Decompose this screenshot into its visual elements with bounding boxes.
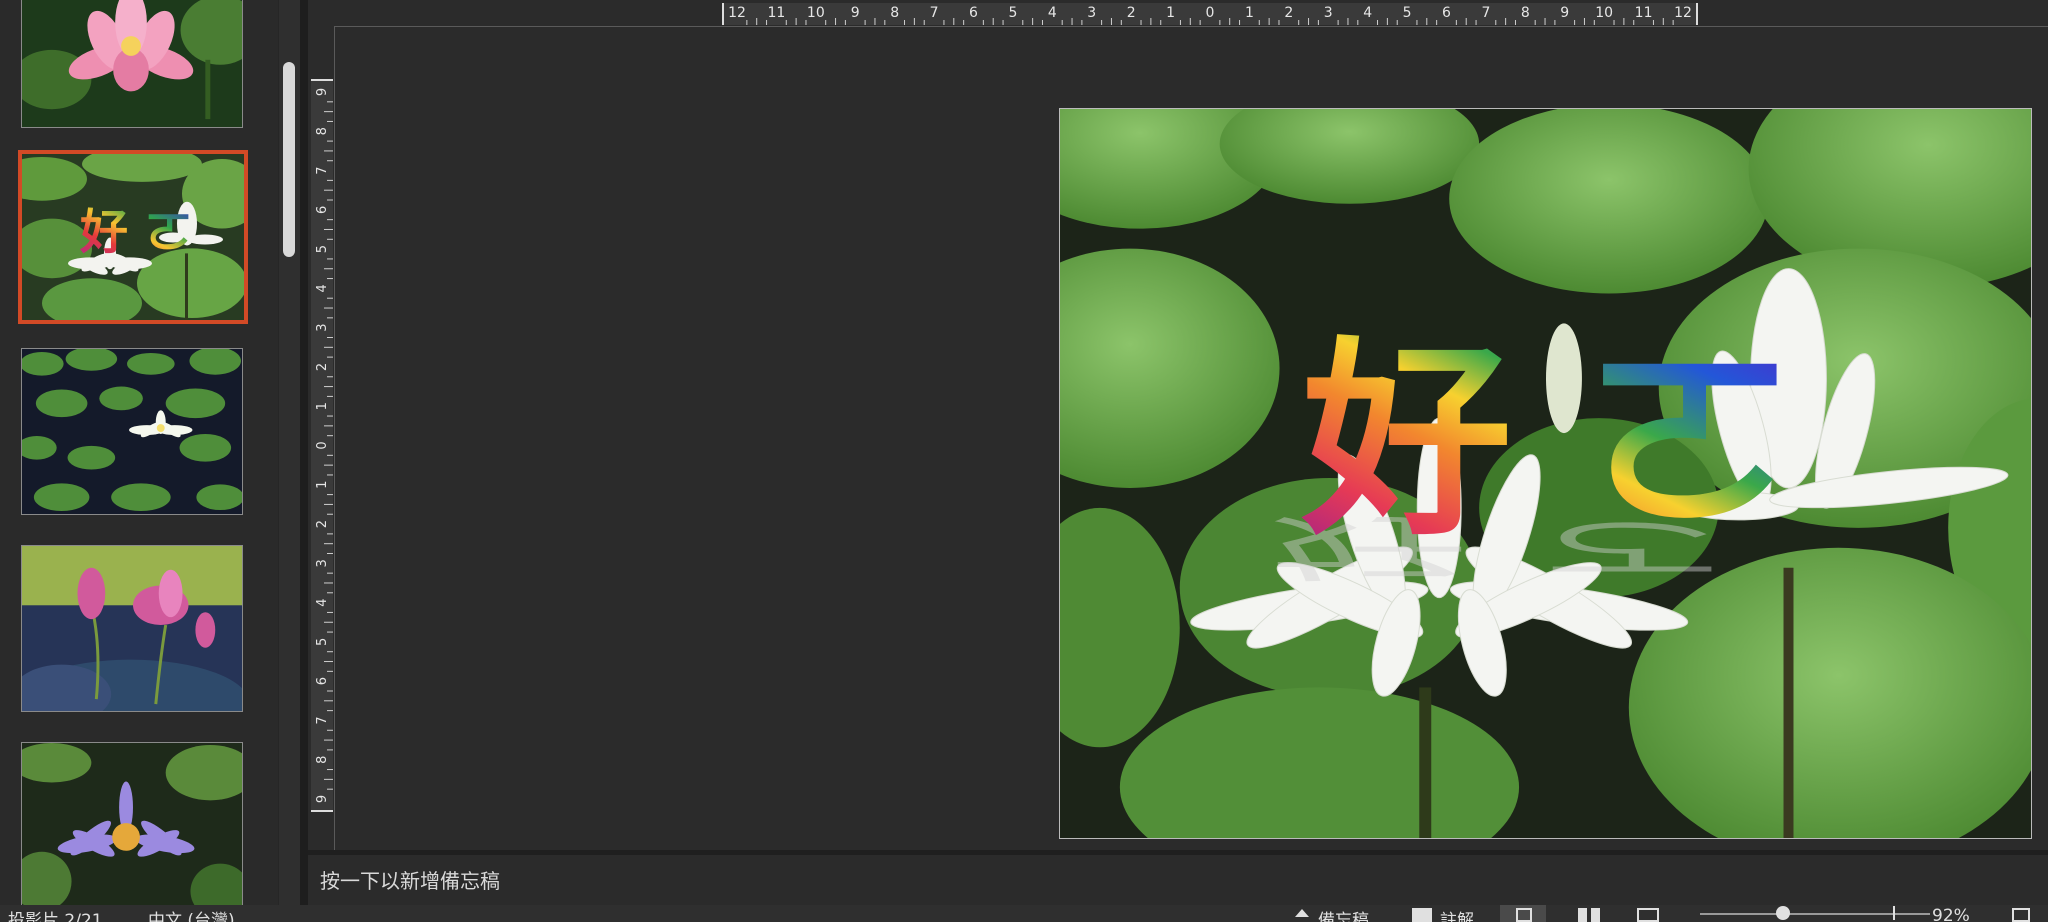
- ruler-label: 7: [315, 166, 330, 174]
- ruler-label: 11: [1635, 5, 1653, 21]
- ruler-label: 3: [1087, 5, 1096, 21]
- ruler-label: 0: [315, 441, 330, 449]
- reading-view-icon[interactable]: [1637, 908, 1659, 922]
- ruler-label: 8: [890, 5, 899, 21]
- thumbnail-scrollbar-thumb[interactable]: [283, 62, 295, 257]
- zoom-slider-thumb[interactable]: [1776, 906, 1790, 920]
- ruler-label: 9: [1560, 5, 1569, 21]
- ruler-label: 2: [1284, 5, 1293, 21]
- ruler-label: 2: [1127, 5, 1136, 21]
- current-slide[interactable]: 好 ㄛ 好 ㄛ: [1059, 108, 2032, 839]
- slide-thumbnail-3[interactable]: [21, 348, 243, 515]
- ruler-label: 5: [315, 638, 330, 646]
- language-indicator[interactable]: 中文 (台灣): [148, 906, 235, 922]
- ruler-label: 2: [315, 363, 330, 371]
- zoom-level[interactable]: 92%: [1932, 906, 1970, 922]
- slide-thumbnail-pane[interactable]: 好 ㄛ: [0, 0, 300, 917]
- ruler-label: 2: [315, 520, 330, 528]
- ruler-label: 5: [1008, 5, 1017, 21]
- vertical-ruler-scale: 9 8 7 6 5 4 3 2 1 0 1 2 3 4 5 6 7 8 9: [311, 79, 333, 812]
- zoom-slider-track[interactable]: [1700, 913, 1930, 915]
- ruler-label: 4: [315, 598, 330, 606]
- ruler-label: 5: [315, 245, 330, 253]
- ruler-label: 6: [315, 206, 330, 214]
- normal-view-icon: [1516, 908, 1532, 922]
- wordart-textbox[interactable]: 好 ㄛ: [1292, 314, 1852, 564]
- ruler-label: 3: [315, 559, 330, 567]
- ruler-label: 10: [1595, 5, 1613, 21]
- ruler-label: 6: [315, 677, 330, 685]
- ruler-label: 7: [1481, 5, 1490, 21]
- slide-thumbnail-1[interactable]: [21, 0, 243, 128]
- notes-placeholder: 按一下以新增備忘稿: [320, 869, 500, 893]
- notes-button[interactable]: 備忘稿: [1318, 906, 1369, 922]
- fit-to-window-icon[interactable]: [2012, 908, 2030, 922]
- pane-divider[interactable]: [300, 0, 308, 905]
- ruler-label: 9: [315, 88, 330, 96]
- ruler-label: 12: [728, 5, 746, 21]
- status-bar: 投影片 2/21 中文 (台灣) 備忘稿 註解 92%: [0, 905, 2048, 922]
- ruler-label: 11: [768, 5, 786, 21]
- ruler-label: 5: [1403, 5, 1412, 21]
- ruler-label: 1: [315, 481, 330, 489]
- ruler-label: 1: [1166, 5, 1175, 21]
- comments-button[interactable]: 註解: [1440, 906, 1474, 922]
- horizontal-ruler-scale: 12 11 10 9 8 7 6 5 4 3 2 1 0 1 2 3 4 5 6 7 8 9 10 11 12: [722, 3, 1698, 25]
- wordart-text: 好 ㄛ: [1301, 319, 1795, 564]
- ruler-label: 8: [315, 127, 330, 135]
- ruler-label: 9: [851, 5, 860, 21]
- ruler-label: 1: [315, 402, 330, 410]
- ruler-label: 3: [315, 324, 330, 332]
- ruler-label: 4: [1363, 5, 1372, 21]
- slide-sorter-icon[interactable]: [1578, 908, 1600, 922]
- vertical-ruler[interactable]: 9 8 7 6 5 4 3 2 1 0 1 2 3 4 5 6 7 8 9: [308, 26, 335, 850]
- ruler-label: 6: [969, 5, 978, 21]
- ruler-label: 7: [930, 5, 939, 21]
- svg-text:好 ㄛ: 好 ㄛ: [79, 206, 193, 261]
- slide-thumbnail-2[interactable]: 好 ㄛ: [18, 150, 248, 324]
- ruler-label: 8: [1521, 5, 1530, 21]
- ruler-label: 6: [1442, 5, 1451, 21]
- ruler-label: 10: [807, 5, 825, 21]
- horizontal-ruler[interactable]: 12 11 10 9 8 7 6 5 4 3 2 1 0 1 2 3 4 5 6 7 8 9 10 11 12: [308, 0, 2048, 27]
- ruler-label: 8: [315, 756, 330, 764]
- slide-editing-area[interactable]: 好 ㄛ 好 ㄛ: [335, 27, 2048, 850]
- comments-icon: [1412, 908, 1432, 922]
- ruler-label: 7: [315, 716, 330, 724]
- ruler-label: 9: [315, 795, 330, 803]
- ruler-label: 3: [1324, 5, 1333, 21]
- slide-counter[interactable]: 投影片 2/21: [8, 906, 103, 922]
- slide-thumbnail-4[interactable]: [21, 545, 243, 712]
- notes-pane[interactable]: 按一下以新增備忘稿: [308, 855, 2048, 905]
- ruler-label: 12: [1674, 5, 1692, 21]
- ruler-label: 4: [1048, 5, 1057, 21]
- notes-toggle-icon: [1295, 909, 1309, 917]
- ruler-label: 0: [1206, 5, 1215, 21]
- ruler-label: 4: [315, 284, 330, 292]
- ruler-label: 1: [1245, 5, 1254, 21]
- slide-thumbnail-5[interactable]: [21, 742, 243, 917]
- zoom-slider-center-mark: [1893, 906, 1895, 920]
